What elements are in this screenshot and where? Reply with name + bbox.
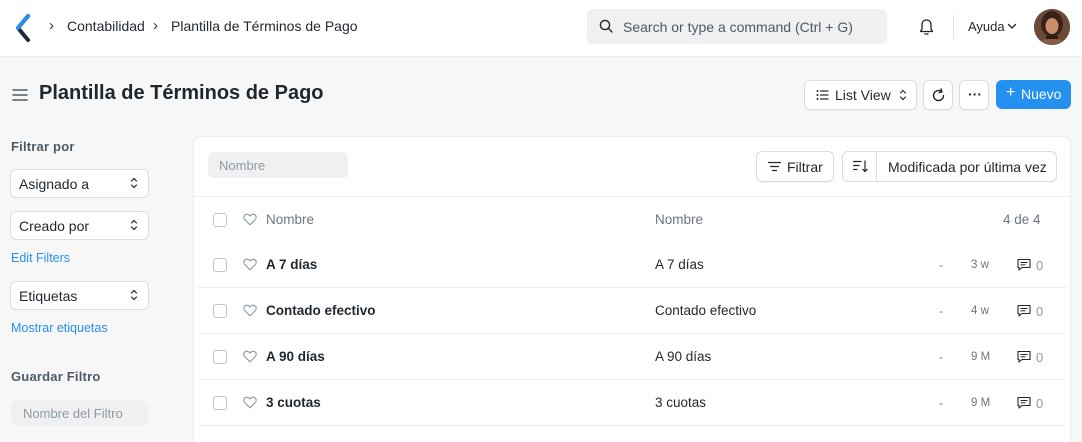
row-checkbox[interactable] xyxy=(213,258,227,272)
sort-field-button[interactable]: Modificada por última vez xyxy=(888,159,1047,175)
row-divider xyxy=(198,379,1066,380)
assigned-to-select[interactable]: Asignado a xyxy=(10,169,149,198)
app-logo-icon[interactable] xyxy=(14,14,34,42)
show-tags-link[interactable]: Mostrar etiquetas xyxy=(11,321,108,335)
sort-updown-icon xyxy=(130,289,138,301)
row-modified-time: 9 M xyxy=(971,351,991,363)
navbar: › Contabilidad › Plantilla de Términos d… xyxy=(0,0,1082,57)
row-comment-count: 0 xyxy=(1036,304,1044,319)
name-filter-input[interactable] xyxy=(208,152,348,178)
list-icon xyxy=(816,90,829,100)
heart-icon[interactable] xyxy=(243,304,257,317)
heart-icon[interactable] xyxy=(243,350,257,363)
more-actions-button[interactable]: ··· xyxy=(959,80,989,110)
navbar-divider xyxy=(953,15,954,39)
row-title-link[interactable]: A 90 días xyxy=(266,349,325,364)
sidebar-toggle-icon[interactable] xyxy=(12,88,28,102)
sort-updown-icon xyxy=(130,219,138,231)
select-all-checkbox[interactable] xyxy=(213,213,227,227)
search-icon xyxy=(599,19,613,33)
notification-bell-icon[interactable] xyxy=(918,18,935,36)
list-view-label: List View xyxy=(835,87,891,103)
heart-icon[interactable] xyxy=(243,396,257,409)
new-button-label: Nuevo xyxy=(1021,86,1062,102)
tags-label: Etiquetas xyxy=(19,288,78,304)
row-modified-time: 9 M xyxy=(971,397,991,409)
created-by-label: Creado por xyxy=(19,218,90,234)
save-filter-heading: Guardar Filtro xyxy=(11,369,101,384)
comment-icon xyxy=(1017,304,1031,317)
filter-icon xyxy=(768,161,781,172)
filter-name-input[interactable] xyxy=(11,400,148,426)
row-title-link[interactable]: Contado efectivo xyxy=(266,303,376,318)
user-avatar[interactable] xyxy=(1034,9,1070,45)
row-divider xyxy=(198,287,1066,288)
chevron-right-icon: › xyxy=(49,17,54,34)
more-label: ··· xyxy=(968,86,982,102)
row-status: - xyxy=(939,396,943,410)
comment-icon xyxy=(1017,396,1031,409)
sort-direction-button[interactable] xyxy=(843,152,877,181)
row-name-value: A 7 días xyxy=(655,257,704,272)
row-checkbox[interactable] xyxy=(213,304,227,318)
row-checkbox[interactable] xyxy=(213,350,227,364)
row-comment-count: 0 xyxy=(1036,350,1044,365)
divider xyxy=(194,196,1070,197)
comment-icon xyxy=(1017,258,1031,271)
record-count: 4 de 4 xyxy=(1003,212,1041,227)
breadcrumb-contabilidad[interactable]: Contabilidad xyxy=(67,18,145,34)
row-divider xyxy=(198,425,1066,426)
row-modified-time: 3 w xyxy=(971,259,989,271)
row-name-value: A 90 días xyxy=(655,349,712,364)
heart-icon[interactable] xyxy=(243,258,257,271)
page-title: Plantilla de Términos de Pago xyxy=(39,82,324,104)
refresh-icon xyxy=(932,88,945,102)
row-status: - xyxy=(939,350,943,364)
breadcrumb-current[interactable]: Plantilla de Términos de Pago xyxy=(171,18,358,34)
row-title-link[interactable]: A 7 días xyxy=(266,257,317,272)
edit-filters-link[interactable]: Edit Filters xyxy=(11,251,70,265)
sort-updown-icon xyxy=(899,89,907,101)
row-checkbox[interactable] xyxy=(213,396,227,410)
column-header-title: Nombre xyxy=(266,212,315,227)
new-button[interactable]: + Nuevo xyxy=(996,80,1071,109)
tags-select[interactable]: Etiquetas xyxy=(10,281,149,310)
sort-selector: Modificada por última vez xyxy=(842,151,1057,182)
chevron-down-icon[interactable] xyxy=(1007,23,1017,30)
search-input[interactable] xyxy=(623,9,879,44)
filter-button[interactable]: Filtrar xyxy=(756,151,834,182)
plus-icon: + xyxy=(1006,84,1016,101)
column-header-name: Nombre xyxy=(655,212,704,227)
filter-by-heading: Filtrar por xyxy=(11,139,75,154)
sort-updown-icon xyxy=(130,177,138,189)
row-status: - xyxy=(939,258,943,272)
chevron-right-icon: › xyxy=(153,17,158,34)
heart-icon[interactable] xyxy=(243,213,257,226)
row-name-value: Contado efectivo xyxy=(655,303,757,318)
comment-icon xyxy=(1017,350,1031,363)
row-title-link[interactable]: 3 cuotas xyxy=(266,395,321,410)
search-bar[interactable] xyxy=(587,9,887,44)
row-modified-time: 4 w xyxy=(971,305,989,317)
row-divider xyxy=(198,333,1066,334)
row-status: - xyxy=(939,304,943,318)
row-comment-count: 0 xyxy=(1036,258,1044,273)
created-by-select[interactable]: Creado por xyxy=(10,211,149,240)
row-name-value: 3 cuotas xyxy=(655,395,707,410)
help-menu-button[interactable]: Ayuda xyxy=(968,19,1005,34)
list-view-selector[interactable]: List View xyxy=(804,80,917,110)
assigned-to-label: Asignado a xyxy=(19,176,90,192)
filter-button-label: Filtrar xyxy=(787,159,823,175)
reload-button[interactable] xyxy=(923,80,953,110)
sort-descending-icon xyxy=(853,160,868,173)
row-comment-count: 0 xyxy=(1036,396,1044,411)
